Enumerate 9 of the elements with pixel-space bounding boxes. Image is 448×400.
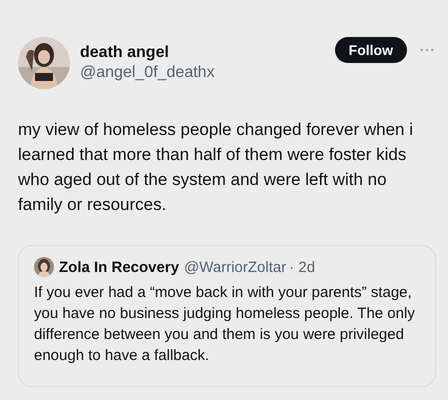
follow-button[interactable]: Follow	[334, 37, 407, 63]
post-text: my view of homeless people changed forever when i learned that more than half of them were foster kids who aged out of the system and were left with no family or resources.	[18, 119, 414, 216]
author-name: death angel	[80, 43, 170, 63]
author-handle: @angel_0f_deathx	[80, 63, 216, 83]
quoted-author-name: Zola In Recovery	[59, 258, 180, 276]
quoted-post-text: If you ever had a “move back in with your parents” stage, you have no business judging homeless people. The only difference between you and them is you were privileged enough to have a fallback.	[34, 283, 416, 366]
quoted-post-card[interactable]	[18, 245, 436, 387]
quoted-author-handle: @WarriorZoltar	[184, 258, 286, 276]
post-time: · 2d	[289, 258, 316, 276]
